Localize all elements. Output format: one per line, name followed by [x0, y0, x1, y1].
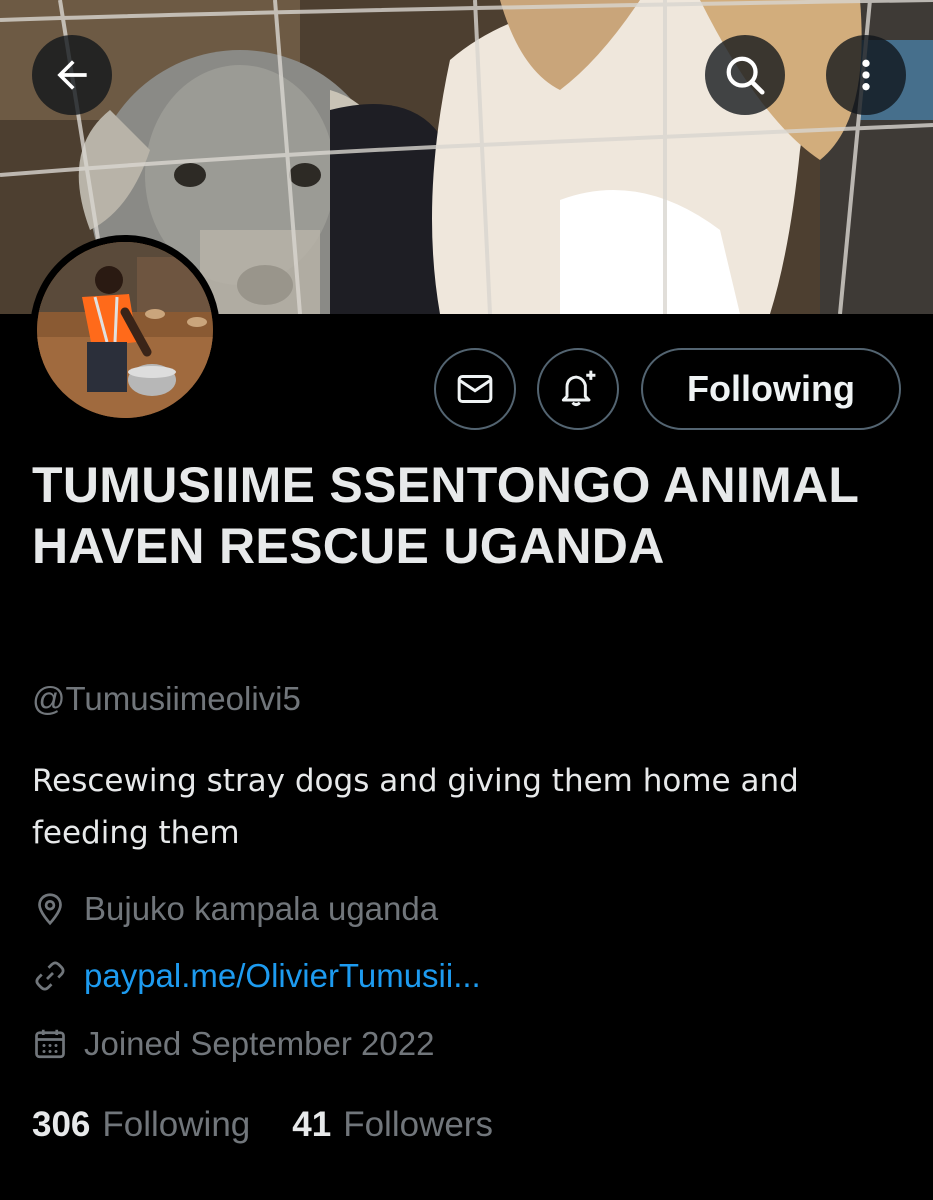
- more-options-button[interactable]: [826, 35, 906, 115]
- follow-stats: 306 Following 41 Followers: [32, 1105, 535, 1145]
- following-stat[interactable]: 306 Following: [32, 1105, 250, 1145]
- joined-row: Joined September 2022: [32, 1025, 434, 1063]
- following-button[interactable]: Following: [641, 348, 901, 430]
- link-icon: [35, 961, 65, 991]
- bell-plus-icon: [561, 370, 596, 407]
- arrow-left-icon: [57, 60, 87, 90]
- search-icon: [726, 56, 765, 95]
- notify-button[interactable]: [537, 348, 619, 430]
- profile-bio: Rescewing stray dogs and giving them hom…: [32, 763, 799, 851]
- joined-text: Joined September 2022: [84, 1025, 435, 1062]
- search-button[interactable]: [705, 35, 785, 115]
- following-count: 306: [32, 1105, 91, 1144]
- location-row: Bujuko kampala uganda: [32, 890, 438, 928]
- back-button[interactable]: [32, 35, 112, 115]
- avatar-photo: [37, 242, 213, 418]
- calendar-icon: [35, 1029, 65, 1059]
- followers-count: 41: [292, 1105, 332, 1144]
- message-button[interactable]: [434, 348, 516, 430]
- location-pin-icon: [38, 893, 62, 926]
- user-handle: @Tumusiimeolivi5: [32, 680, 301, 717]
- avatar[interactable]: [30, 235, 220, 425]
- followers-stat[interactable]: 41 Followers: [292, 1105, 493, 1145]
- display-name: TUMUSIIME SSENTONGO ANIMAL HAVEN RESCUE …: [32, 457, 859, 574]
- envelope-icon: [457, 375, 493, 403]
- location-text: Bujuko kampala uganda: [84, 890, 439, 927]
- website-link[interactable]: paypal.me/OlivierTumusii...: [84, 957, 481, 995]
- more-vertical-icon: [862, 59, 870, 91]
- followers-label: Followers: [343, 1105, 493, 1144]
- website-row: paypal.me/OlivierTumusii...: [32, 957, 481, 995]
- following-label: Following: [102, 1105, 251, 1144]
